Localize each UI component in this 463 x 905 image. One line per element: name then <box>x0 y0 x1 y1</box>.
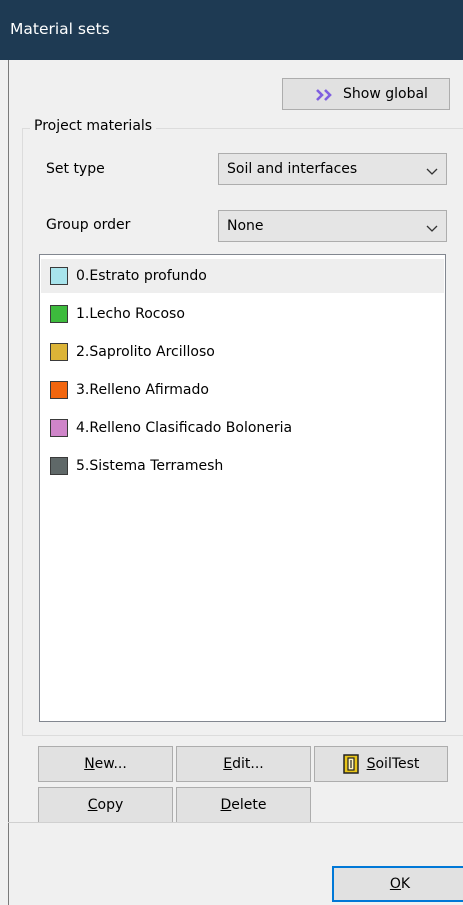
footer-divider <box>8 822 463 823</box>
material-list-item[interactable]: 0.Estrato profundo <box>41 259 444 293</box>
material-list-item[interactable]: 1.Lecho Rocoso <box>41 297 444 331</box>
set-type-value: Soil and interfaces <box>227 161 358 177</box>
copy-button[interactable]: Copy <box>38 787 173 823</box>
group-order-select[interactable]: None <box>218 210 447 242</box>
material-list-item[interactable]: 2.Saprolito Arcilloso <box>41 335 444 369</box>
materials-list[interactable]: 0.Estrato profundo 1.Lecho Rocoso 2.Sapr… <box>39 254 446 722</box>
project-materials-label: Project materials <box>30 118 157 134</box>
group-order-value: None <box>227 218 264 234</box>
material-color-swatch <box>50 305 68 323</box>
new-button[interactable]: New... <box>38 746 173 782</box>
chevron-down-icon <box>426 164 438 175</box>
material-label: 1.Lecho Rocoso <box>76 306 185 322</box>
material-color-swatch <box>50 267 68 285</box>
material-color-swatch <box>50 457 68 475</box>
material-label: 4.Relleno Clasificado Boloneria <box>76 420 293 436</box>
title-bar: Material sets <box>0 0 463 60</box>
material-color-swatch <box>50 343 68 361</box>
material-label: 5.Sistema Terramesh <box>76 458 224 474</box>
material-label: 3.Relleno Afirmado <box>76 382 209 398</box>
soiltest-button[interactable]: SoilTest <box>314 746 448 782</box>
set-type-label: Set type <box>46 161 105 177</box>
material-list-item[interactable]: 3.Relleno Afirmado <box>41 373 444 407</box>
material-label: 2.Saprolito Arcilloso <box>76 344 215 360</box>
soiltest-icon <box>342 754 359 774</box>
material-label: 0.Estrato profundo <box>76 268 207 284</box>
window-title: Material sets <box>10 20 110 38</box>
show-global-button[interactable]: Show global <box>282 78 450 110</box>
window-border <box>8 60 9 905</box>
double-chevron-right-icon <box>315 88 335 106</box>
show-global-label: Show global <box>343 86 428 102</box>
material-list-item[interactable]: 5.Sistema Terramesh <box>41 449 444 483</box>
chevron-down-icon <box>426 221 438 232</box>
edit-button[interactable]: Edit... <box>176 746 311 782</box>
material-color-swatch <box>50 381 68 399</box>
group-order-label: Group order <box>46 217 131 233</box>
material-color-swatch <box>50 419 68 437</box>
material-list-item[interactable]: 4.Relleno Clasificado Boloneria <box>41 411 444 445</box>
set-type-select[interactable]: Soil and interfaces <box>218 153 447 185</box>
delete-button[interactable]: Delete <box>176 787 311 823</box>
ok-button[interactable]: OK <box>332 866 463 902</box>
